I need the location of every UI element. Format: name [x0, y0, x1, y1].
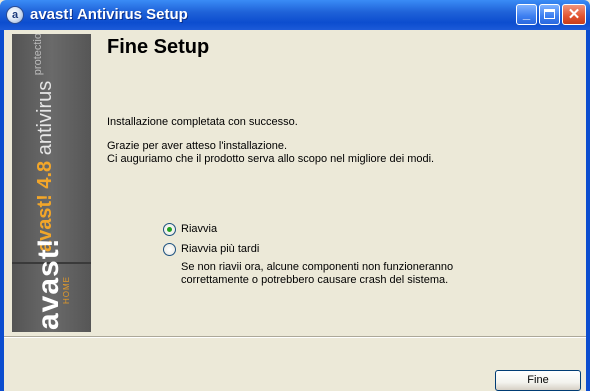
side-banner: avast! 4.8 antivirus protection avast! H…: [12, 34, 91, 332]
maximize-button[interactable]: [539, 4, 560, 25]
minimize-button[interactable]: _: [516, 4, 537, 25]
banner-product-text: avast! 4.8 antivirus protection: [32, 34, 57, 252]
banner-product: antivirus: [34, 80, 56, 156]
setup-window: a avast! Antivirus Setup _ ✕ avast! 4.8 …: [0, 0, 590, 391]
finish-button[interactable]: Fine: [495, 370, 581, 391]
page-title: Fine Setup: [107, 36, 210, 58]
restart-later-radio[interactable]: [163, 243, 176, 256]
close-button[interactable]: ✕: [562, 4, 586, 25]
restart-warning-line2: correttamente o potrebbero causare crash…: [181, 274, 449, 286]
avast-app-icon: a: [6, 6, 24, 24]
window-frame-right: [586, 30, 590, 391]
wish-message: Ci auguriamo che il prodotto serva allo …: [107, 153, 435, 165]
thanks-message: Grazie per aver atteso l'installazione.: [107, 140, 288, 152]
title-bar[interactable]: a avast! Antivirus Setup _ ✕: [0, 0, 590, 30]
restart-now-radio[interactable]: [163, 223, 176, 236]
avast-logo: avast!: [32, 237, 65, 330]
success-message: Installazione completata con successo.: [107, 116, 298, 128]
banner-tagline: protection: [32, 34, 44, 76]
edition-label: HOME: [62, 276, 71, 304]
maximize-icon: [544, 9, 555, 19]
window-title: avast! Antivirus Setup: [30, 6, 188, 23]
restart-warning-line1: Se non riavii ora, alcune componenti non…: [181, 261, 454, 273]
restart-later-label[interactable]: Riavvia più tardi: [181, 243, 259, 255]
restart-now-label[interactable]: Riavvia: [181, 223, 217, 235]
banner-version: 4.8: [34, 160, 56, 189]
bottom-separator-highlight: [4, 337, 586, 338]
header-strip: [4, 30, 586, 33]
content-panel: Fine Setup Installazione completata con …: [93, 34, 583, 332]
